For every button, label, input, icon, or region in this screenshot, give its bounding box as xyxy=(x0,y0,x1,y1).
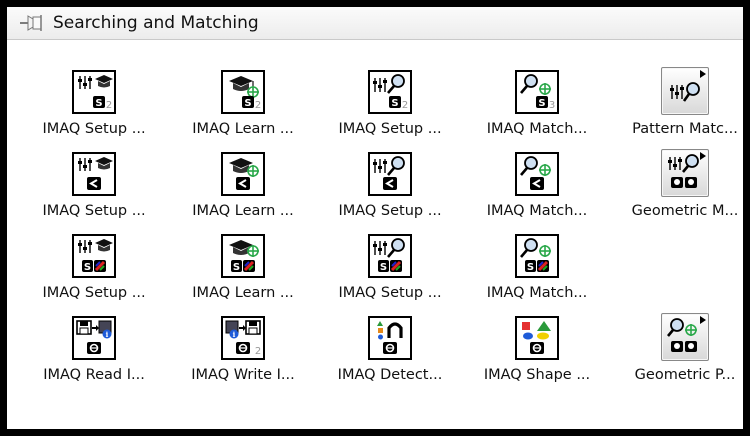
function-palette: S 2 IMAQ Setup ... S 2 IMAQ Learn ... S xyxy=(7,40,743,429)
subpalette-arrow-icon xyxy=(700,70,706,78)
detect-shapes-icon xyxy=(368,316,412,360)
setup-search-icon: S 2 xyxy=(368,70,412,114)
palette-item-label: Geometric M... xyxy=(631,203,739,219)
svg-text:S: S xyxy=(84,262,91,273)
palette-item-learn-template-geometric[interactable]: IMAQ Learn ... xyxy=(168,122,318,219)
learn-template-color-icon: S xyxy=(221,234,265,278)
svg-text:S: S xyxy=(538,98,545,109)
palette-item-setup-search-color[interactable]: S IMAQ Setup ... xyxy=(315,204,465,301)
learn-template-geometric-icon xyxy=(221,152,265,196)
version-badge: 3 xyxy=(549,100,555,111)
palette-item-geometric-pattern-folder[interactable]: Geometric P... xyxy=(610,286,750,383)
palette-title: Searching and Matching xyxy=(53,13,259,33)
palette-item-label: IMAQ Shape ... xyxy=(483,367,591,383)
palette-item-setup-search[interactable]: S 2 IMAQ Setup ... xyxy=(315,40,465,137)
svg-text:i: i xyxy=(106,330,109,339)
learn-template-icon: S 2 xyxy=(221,70,265,114)
svg-text:S: S xyxy=(95,98,102,109)
svg-text:i: i xyxy=(233,330,236,339)
geometric-pattern-subpalette-icon xyxy=(661,313,709,361)
pattern-matching-subpalette-icon xyxy=(661,67,709,115)
subpalette-arrow-icon xyxy=(700,152,706,160)
version-badge: 2 xyxy=(255,346,261,357)
palette-item-setup-template-geometric[interactable]: IMAQ Setup ... xyxy=(19,122,169,219)
version-badge: 2 xyxy=(106,100,112,111)
palette-item-setup-template[interactable]: S 2 IMAQ Setup ... xyxy=(19,40,169,137)
version-badge: 2 xyxy=(402,100,408,111)
palette-item-geometric-matching-folder[interactable]: Geometric M... xyxy=(610,122,750,219)
palette-title-bar: Searching and Matching xyxy=(7,7,743,40)
palette-item-label: IMAQ Detect... xyxy=(337,367,443,383)
match-color-icon: S xyxy=(515,234,559,278)
setup-template-geometric-icon xyxy=(72,152,116,196)
svg-text:S: S xyxy=(391,98,398,109)
setup-search-geometric-icon xyxy=(368,152,412,196)
geometric-matching-subpalette-icon xyxy=(661,149,709,197)
subpalette-arrow-icon xyxy=(700,316,706,324)
palette-item-label: IMAQ Read I... xyxy=(43,367,145,383)
palette-item-match-color[interactable]: S IMAQ Match... xyxy=(462,204,612,301)
palette-item-learn-template[interactable]: S 2 IMAQ Learn ... xyxy=(168,40,318,137)
version-badge: 2 xyxy=(255,100,261,111)
setup-template-color-icon: S xyxy=(72,234,116,278)
setup-search-color-icon: S xyxy=(368,234,412,278)
palette-item-setup-search-geometric[interactable]: IMAQ Setup ... xyxy=(315,122,465,219)
svg-text:S: S xyxy=(527,262,534,273)
palette-item-match-geometric[interactable]: IMAQ Match... xyxy=(462,122,612,219)
write-image-info-icon: i 2 xyxy=(221,316,265,360)
read-image-info-icon: i xyxy=(72,316,116,360)
palette-item-read-image-info[interactable]: i IMAQ Read I... xyxy=(19,286,169,383)
svg-text:S: S xyxy=(233,262,240,273)
svg-text:S: S xyxy=(380,262,387,273)
palette-item-learn-template-color[interactable]: S IMAQ Learn ... xyxy=(168,204,318,301)
palette-item-shape-match[interactable]: IMAQ Shape ... xyxy=(462,286,612,383)
match-geometric-icon xyxy=(515,152,559,196)
palette-item-detect-shapes[interactable]: IMAQ Detect... xyxy=(315,286,465,383)
palette-item-label: IMAQ Write I... xyxy=(191,367,295,383)
match-pattern-icon: S 3 xyxy=(515,70,559,114)
shape-match-icon xyxy=(515,316,559,360)
svg-text:S: S xyxy=(244,98,251,109)
setup-template-icon: S 2 xyxy=(72,70,116,114)
palette-item-match-pattern[interactable]: S 3 IMAQ Match... xyxy=(462,40,612,137)
palette-item-pattern-matching-folder[interactable]: Pattern Matc... xyxy=(610,40,750,137)
thumbtack-pin-icon[interactable] xyxy=(17,8,47,38)
palette-item-setup-template-color[interactable]: S IMAQ Setup ... xyxy=(19,204,169,301)
palette-item-label: Geometric P... xyxy=(634,367,736,383)
palette-item-write-image-info[interactable]: i 2 IMAQ Write I... xyxy=(168,286,318,383)
